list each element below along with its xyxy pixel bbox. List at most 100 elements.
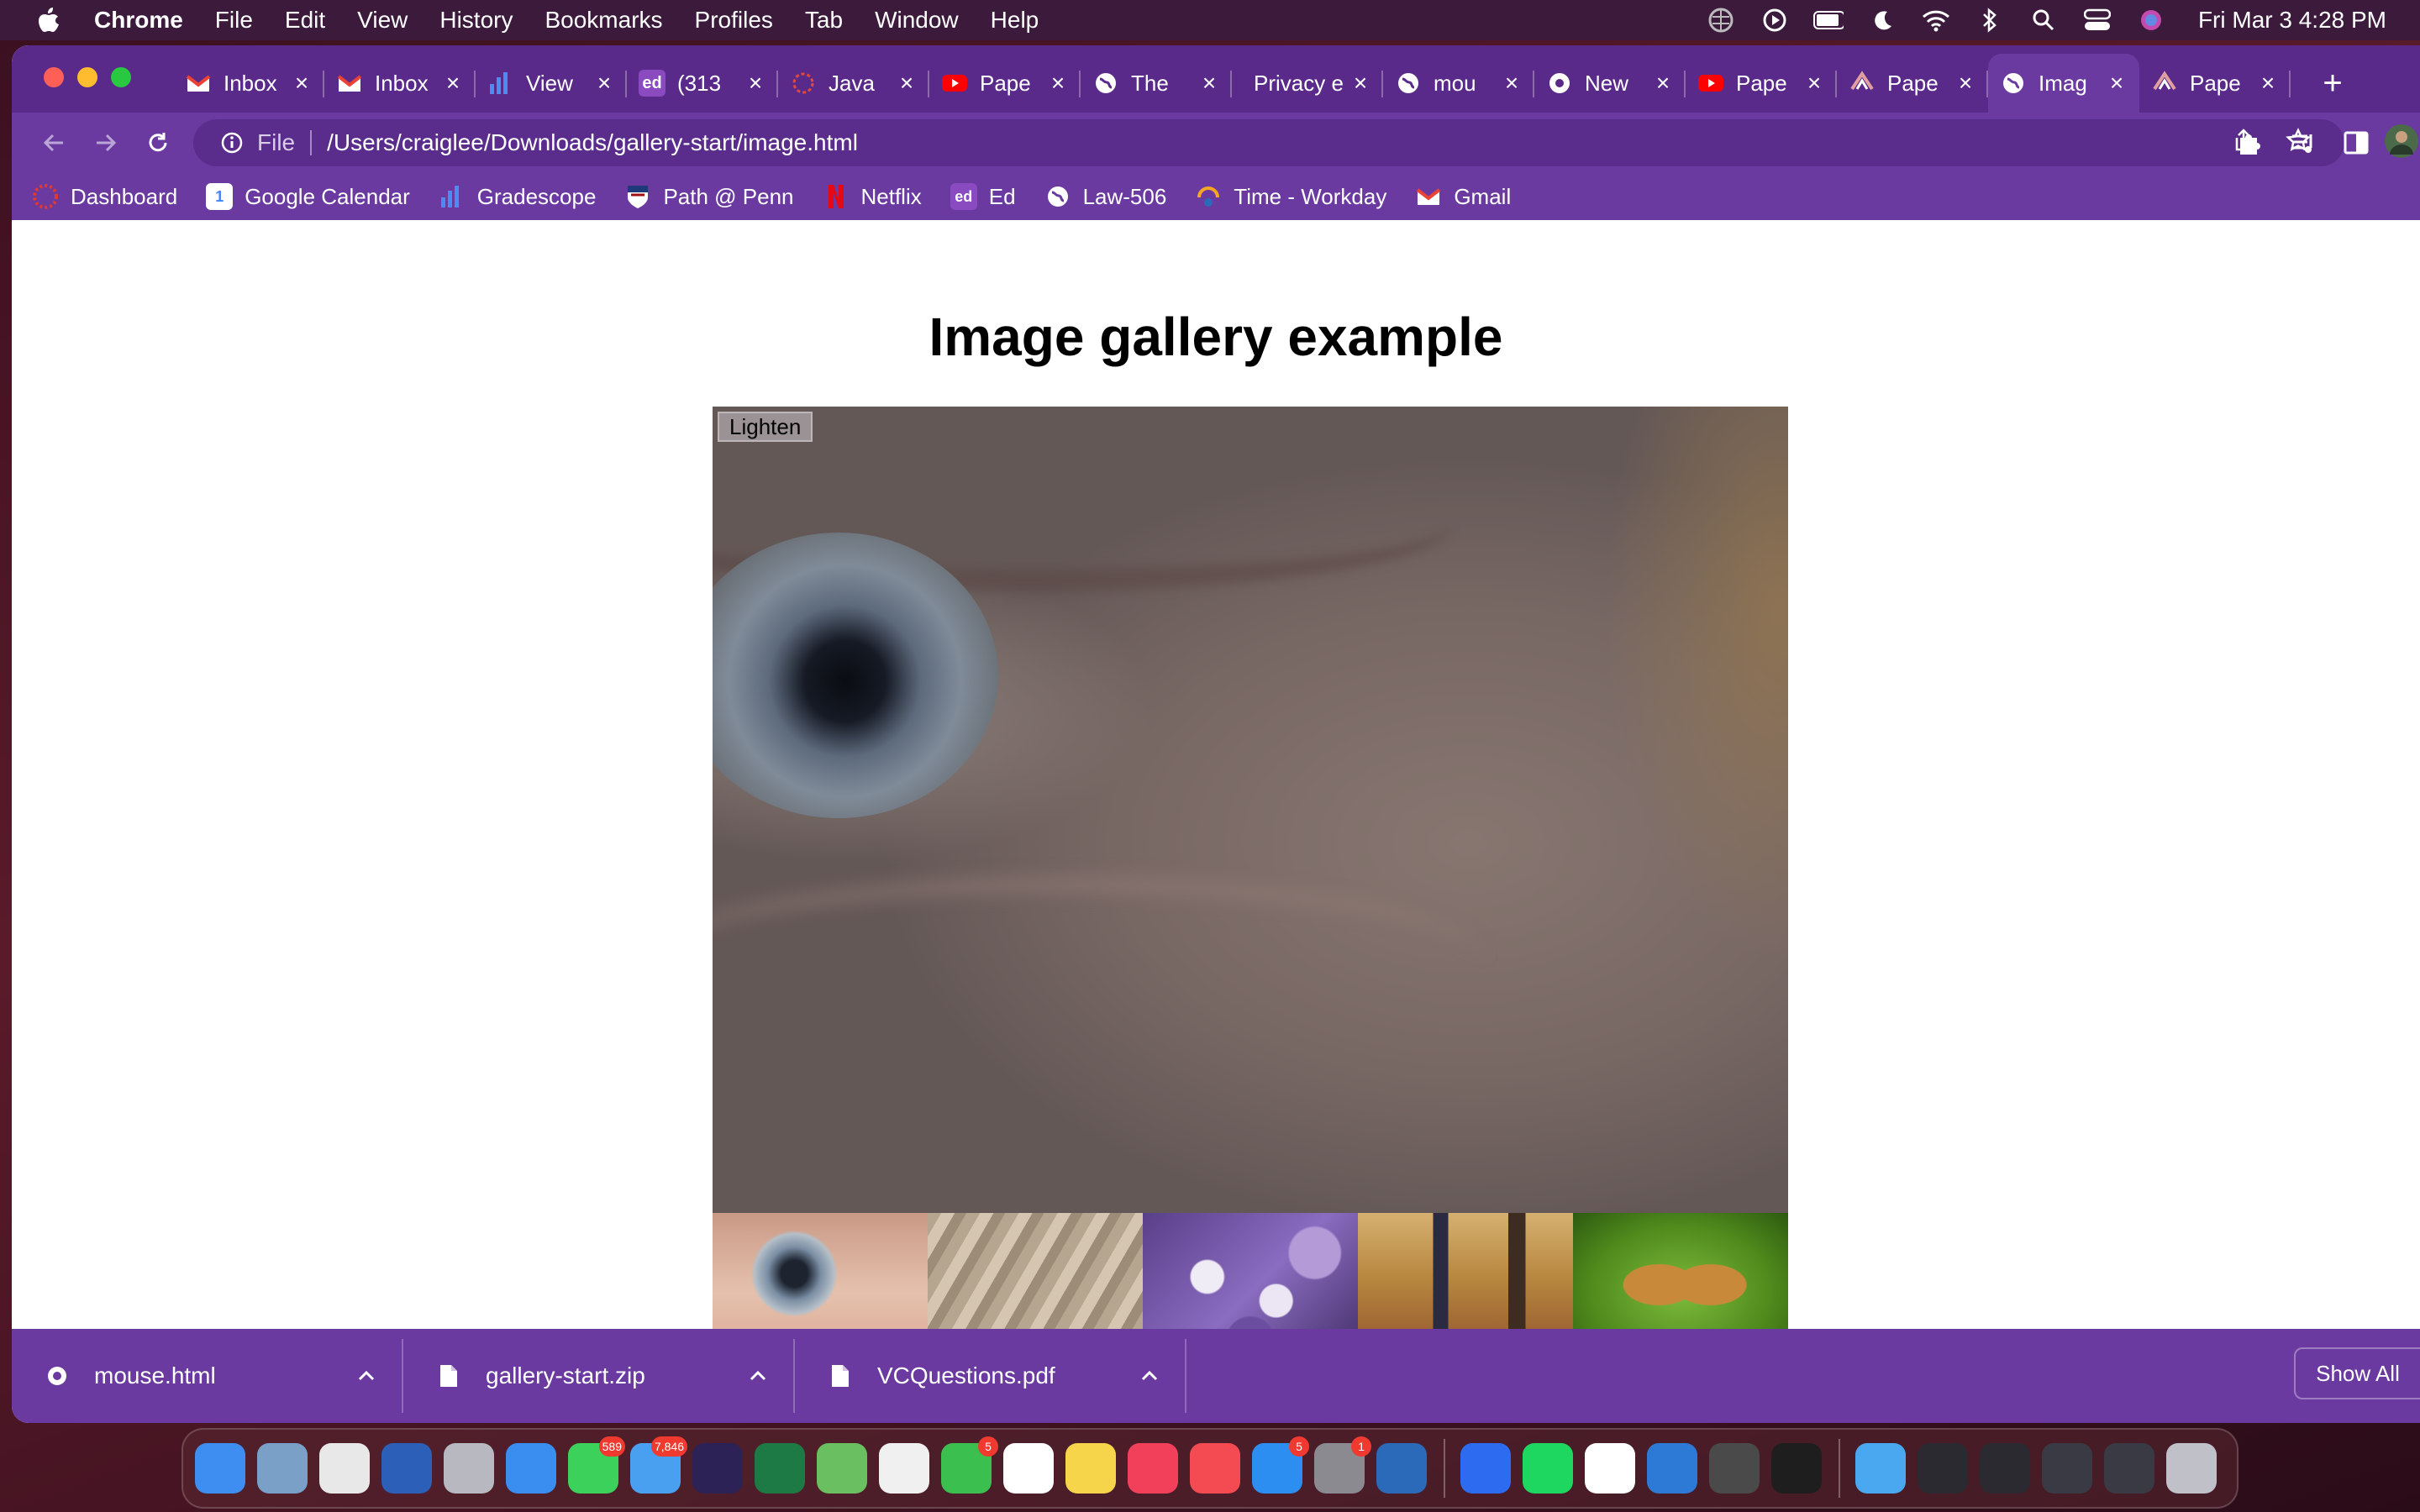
- close-tab-icon[interactable]: ×: [1501, 70, 1523, 97]
- launchpad-icon[interactable]: [444, 1443, 494, 1494]
- siri-icon[interactable]: [2136, 5, 2166, 35]
- tab-mouse[interactable]: mou ×: [1383, 54, 1534, 113]
- back-button[interactable]: [37, 126, 71, 160]
- chevron-up-icon[interactable]: [356, 1366, 376, 1386]
- close-tab-icon[interactable]: ×: [1652, 70, 1674, 97]
- close-tab-icon[interactable]: ×: [1047, 70, 1069, 97]
- notes-icon[interactable]: [1065, 1443, 1116, 1494]
- menu-file[interactable]: File: [215, 7, 253, 34]
- flow-sports-icon[interactable]: [1376, 1443, 1427, 1494]
- trash-icon[interactable]: [2166, 1443, 2217, 1494]
- download-item-gallery-start[interactable]: gallery-start.zip: [403, 1339, 795, 1413]
- menu-tab[interactable]: Tab: [805, 7, 843, 34]
- tab-new[interactable]: New ×: [1534, 54, 1686, 113]
- menu-window[interactable]: Window: [875, 7, 959, 34]
- vpn-icon[interactable]: [1706, 5, 1736, 35]
- bookmark-time-workday[interactable]: Time - Workday: [1195, 183, 1386, 210]
- tab-ed[interactable]: ed (313 ×: [627, 54, 778, 113]
- close-tab-icon[interactable]: ×: [442, 70, 464, 97]
- download-item-vcquestions[interactable]: VCQuestions.pdf: [795, 1339, 1186, 1413]
- photos-icon[interactable]: [879, 1443, 929, 1494]
- terminal-icon[interactable]: [1771, 1443, 1822, 1494]
- menu-history[interactable]: History: [439, 7, 513, 34]
- chrome-icon[interactable]: [319, 1443, 370, 1494]
- bookmark-dashboard[interactable]: Dashboard: [32, 183, 177, 210]
- tab-paper-youtube-2[interactable]: Pape ×: [1686, 54, 1837, 113]
- tab-paper-penn-1[interactable]: Pape ×: [1837, 54, 1988, 113]
- chevron-up-icon[interactable]: [1139, 1366, 1160, 1386]
- menu-clock[interactable]: Fri Mar 3 4:28 PM: [2198, 7, 2386, 34]
- minimize-window-button[interactable]: [77, 67, 97, 87]
- window-preview-1-icon[interactable]: [1918, 1443, 1968, 1494]
- tab-privacy[interactable]: Privacy e ×: [1232, 54, 1383, 113]
- menu-profiles[interactable]: Profiles: [695, 7, 773, 34]
- spotify-icon[interactable]: [1523, 1443, 1573, 1494]
- tab-view[interactable]: View ×: [476, 54, 627, 113]
- control-center-icon[interactable]: [2082, 5, 2112, 35]
- apple-icon[interactable]: [37, 7, 60, 34]
- news-icon[interactable]: [1190, 1443, 1240, 1494]
- slack-icon[interactable]: [1585, 1443, 1635, 1494]
- new-tab-button[interactable]: +: [2307, 54, 2358, 113]
- bookmark-law-506[interactable]: Law-506: [1044, 183, 1166, 210]
- menu-app-name[interactable]: Chrome: [94, 7, 183, 34]
- maps-icon[interactable]: [817, 1443, 867, 1494]
- address-bar[interactable]: File /Users/craiglee/Downloads/gallery-s…: [193, 119, 2344, 166]
- bookmark-ed[interactable]: ed Ed: [950, 183, 1016, 210]
- system-preferences-icon[interactable]: 1: [1314, 1436, 1371, 1494]
- preview-icon[interactable]: [257, 1443, 308, 1494]
- tab-inbox-2[interactable]: Inbox ×: [324, 54, 476, 113]
- tab-image-gallery[interactable]: Imag ×: [1988, 54, 2139, 113]
- safari-icon[interactable]: [506, 1443, 556, 1494]
- profile-avatar[interactable]: [2383, 123, 2420, 160]
- close-window-button[interactable]: [44, 67, 64, 87]
- music-icon[interactable]: [1128, 1443, 1178, 1494]
- reload-button[interactable]: [141, 126, 175, 160]
- word-icon[interactable]: [381, 1443, 432, 1494]
- zoom-window-button[interactable]: [111, 67, 131, 87]
- close-tab-icon[interactable]: ×: [2257, 70, 2279, 97]
- close-tab-icon[interactable]: ×: [2106, 70, 2128, 97]
- close-tab-icon[interactable]: ×: [1198, 70, 1220, 97]
- moon-icon[interactable]: [1867, 5, 1897, 35]
- bookmark-google-calendar[interactable]: 1 Google Calendar: [206, 183, 410, 210]
- wifi-icon[interactable]: [1921, 5, 1951, 35]
- menu-view[interactable]: View: [357, 7, 408, 34]
- forward-button[interactable]: [89, 126, 123, 160]
- finder-icon[interactable]: [195, 1443, 245, 1494]
- show-all-downloads-button[interactable]: Show All: [2294, 1347, 2420, 1399]
- tab-paper-penn-2[interactable]: Pape ×: [2139, 54, 2291, 113]
- app-store-icon[interactable]: 5: [1252, 1436, 1309, 1494]
- download-item-mouse[interactable]: mouse.html: [12, 1339, 403, 1413]
- chevron-up-icon[interactable]: [748, 1366, 768, 1386]
- calendar-icon[interactable]: [1003, 1443, 1054, 1494]
- facetime-icon[interactable]: 5: [941, 1436, 998, 1494]
- tab-paper-youtube-1[interactable]: Pape ×: [929, 54, 1081, 113]
- info-icon[interactable]: [220, 131, 244, 155]
- menu-edit[interactable]: Edit: [285, 7, 325, 34]
- vscode-icon[interactable]: [1647, 1443, 1697, 1494]
- menu-help[interactable]: Help: [991, 7, 1039, 34]
- mail-icon[interactable]: 7,846: [630, 1436, 687, 1494]
- lighten-button[interactable]: Lighten: [718, 412, 813, 442]
- folder-icon[interactable]: [1855, 1443, 1906, 1494]
- eclipse-icon[interactable]: [692, 1443, 743, 1494]
- window-preview-2-icon[interactable]: [1980, 1443, 2030, 1494]
- close-tab-icon[interactable]: ×: [1954, 70, 1976, 97]
- extensions-icon[interactable]: [2232, 126, 2265, 160]
- zoom-icon[interactable]: [1460, 1443, 1511, 1494]
- menu-bookmarks[interactable]: Bookmarks: [544, 7, 662, 34]
- window-preview-4-icon[interactable]: [2104, 1443, 2154, 1494]
- messages-icon[interactable]: 589: [568, 1436, 625, 1494]
- tab-inbox-1[interactable]: Inbox ×: [173, 54, 324, 113]
- bookmark-gmail[interactable]: Gmail: [1415, 183, 1511, 210]
- tab-java[interactable]: Java ×: [778, 54, 929, 113]
- excel-icon[interactable]: [755, 1443, 805, 1494]
- search-icon[interactable]: [2028, 5, 2059, 35]
- bluetooth-icon[interactable]: [1975, 5, 2005, 35]
- battery-icon[interactable]: [1812, 5, 1844, 35]
- play-icon[interactable]: [1760, 5, 1790, 35]
- sublime-icon[interactable]: [1709, 1443, 1760, 1494]
- bookmark-path-at-penn[interactable]: Path @ Penn: [624, 183, 794, 210]
- bookmark-netflix[interactable]: Netflix: [823, 183, 922, 210]
